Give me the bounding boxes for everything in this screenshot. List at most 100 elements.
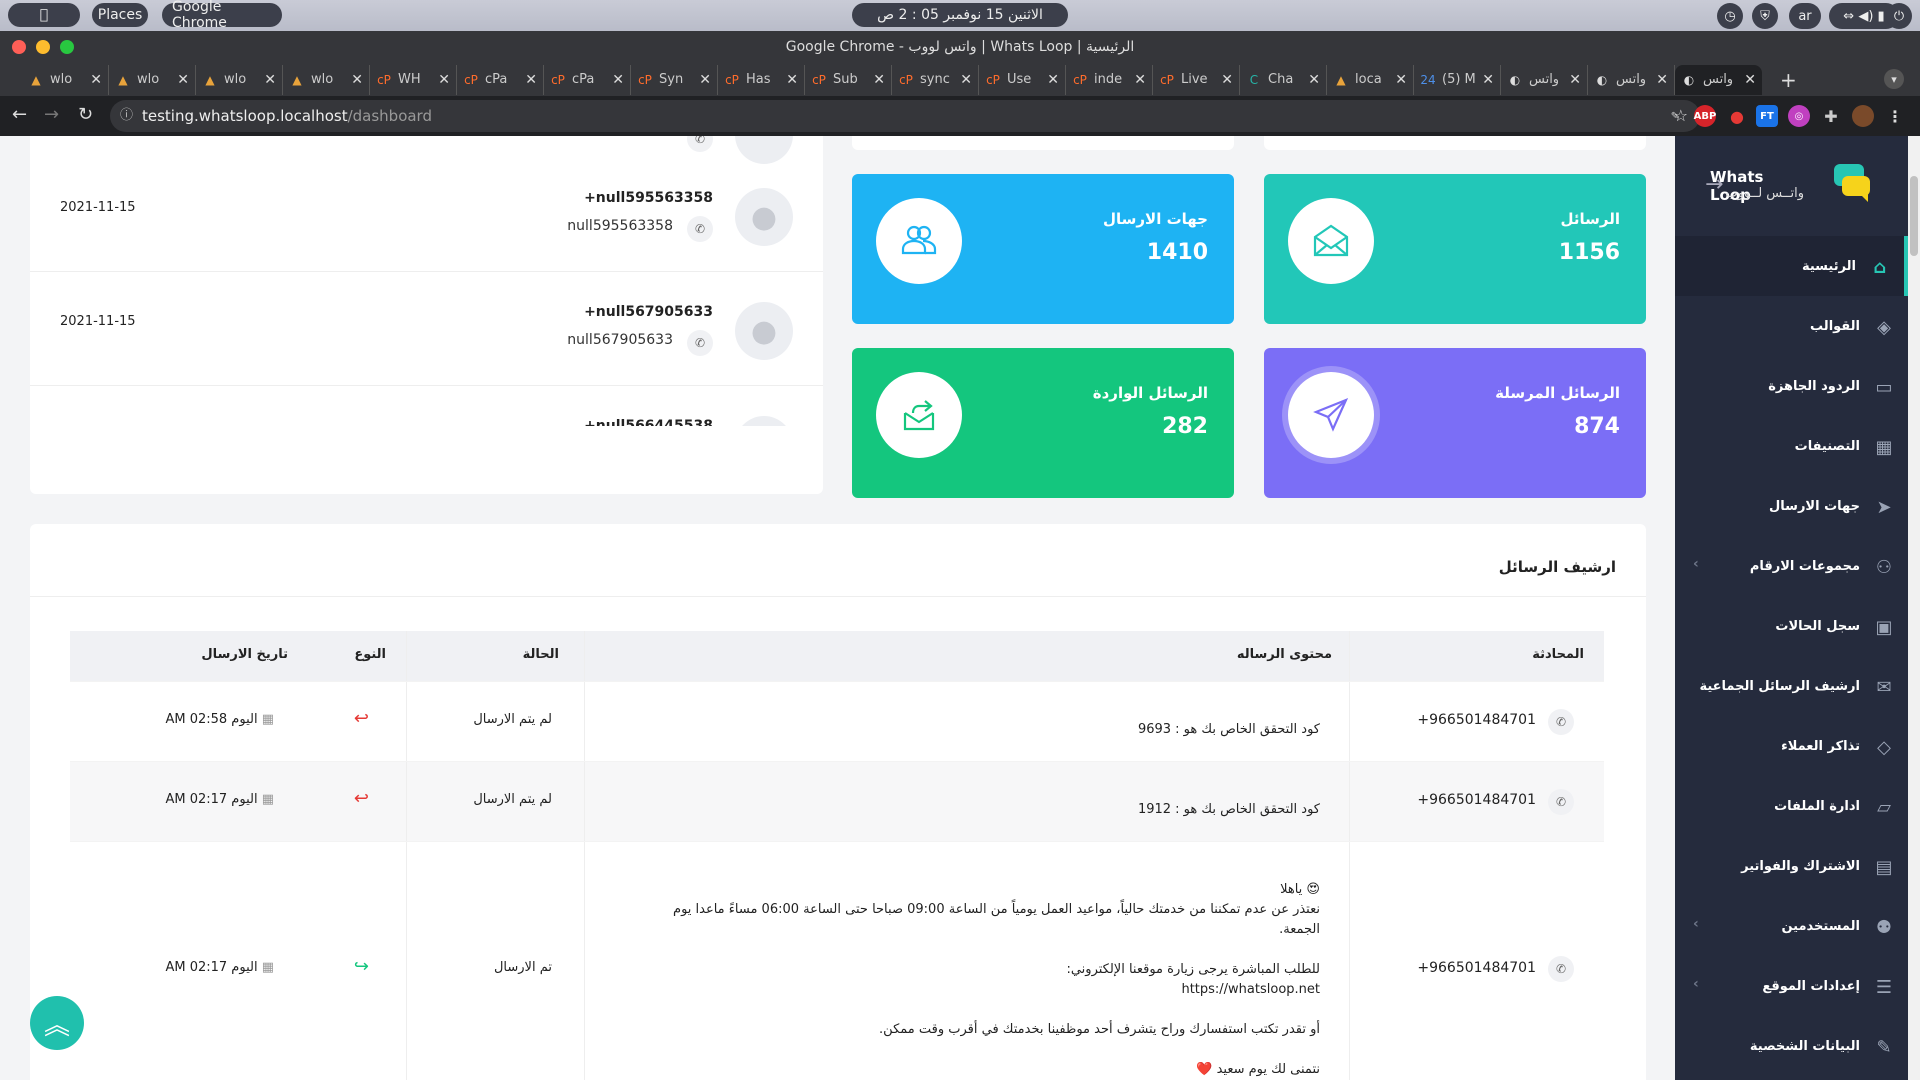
table-row[interactable]: ✆ +966501484701 كود التحقق الخاص بك هو :… xyxy=(70,681,1604,762)
table-row[interactable]: ✆ +966501484701 😍 ياهلا نعتذر عن عدم تمك… xyxy=(70,841,1604,1080)
close-tab-icon[interactable]: ✕ xyxy=(525,72,537,88)
browser-tab[interactable]: ▲ wlo ✕ xyxy=(109,64,196,95)
browser-tab[interactable]: cP sync ✕ xyxy=(892,64,979,95)
browser-tab[interactable]: cP cPa ✕ xyxy=(457,64,544,95)
reload-icon[interactable]: ↻ xyxy=(78,104,93,125)
24-icon: 24 xyxy=(1420,72,1436,87)
browser-tab[interactable]: ▲ wlo ✕ xyxy=(283,64,370,95)
sidebar-item[interactable]: ادارة الملفات ▱ xyxy=(1675,776,1908,836)
close-tab-icon[interactable]: ✕ xyxy=(1308,72,1320,88)
back-icon[interactable]: ← xyxy=(12,104,27,125)
sidebar-item[interactable]: جهات الارسال ➤ xyxy=(1675,476,1908,536)
forward-icon[interactable]: → xyxy=(44,104,59,125)
sidebar-item[interactable]: التصنيفات ▦ xyxy=(1675,416,1908,476)
site-info-icon[interactable]: ⓘ xyxy=(120,100,133,132)
power-icon[interactable]: ⏻ xyxy=(1886,3,1912,29)
extension-ft-icon[interactable]: FT xyxy=(1756,105,1778,127)
apple-menu-button[interactable]:  xyxy=(8,3,80,27)
new-tab-button[interactable]: + xyxy=(1780,68,1797,92)
brand-logo[interactable]: Whats Loop واتــس لــووب xyxy=(1710,160,1880,216)
close-tab-icon[interactable]: ✕ xyxy=(351,72,363,88)
close-tab-icon[interactable]: ✕ xyxy=(90,72,102,88)
close-tab-icon[interactable]: ✕ xyxy=(1134,72,1146,88)
shield-icon[interactable]: ⛨ xyxy=(1752,3,1778,29)
language-indicator[interactable]: ar xyxy=(1789,3,1821,29)
browser-tab[interactable]: ◐ واتس ✕ xyxy=(1501,64,1588,95)
browser-tab[interactable]: ▲ loca ✕ xyxy=(1327,64,1414,95)
places-menu-button[interactable]: Places xyxy=(92,3,148,27)
tab-search-icon[interactable]: ▾ xyxy=(1884,69,1904,89)
adblock-icon[interactable]: ABP xyxy=(1694,105,1716,127)
browser-tab[interactable]: cP cPa ✕ xyxy=(544,64,631,95)
sidebar-item[interactable]: البيانات الشخصية ✎ xyxy=(1675,1016,1908,1076)
browser-tab[interactable]: cP Has ✕ xyxy=(718,64,805,95)
browser-tab[interactable]: cP Live ✕ xyxy=(1153,64,1240,95)
stat-card-sent[interactable]: الرسائل المرسلة 874 xyxy=(1264,348,1646,498)
close-tab-icon[interactable]: ✕ xyxy=(699,72,711,88)
contact-phone: null595563358 xyxy=(567,218,673,234)
sidebar-item[interactable]: الردود الجاهزة ▭ xyxy=(1675,356,1908,416)
close-tab-icon[interactable]: ✕ xyxy=(1482,72,1494,88)
calendar-icon: ▦ xyxy=(257,712,274,727)
browser-tab[interactable]: ◐ واتس ✕ xyxy=(1675,64,1762,95)
contact-row[interactable]: ● +null566445538 xyxy=(30,386,823,426)
browser-tab[interactable]: cP Use ✕ xyxy=(979,64,1066,95)
update-icon[interactable]: ◷ xyxy=(1717,3,1743,29)
stat-card-messages[interactable]: الرسائل 1156 xyxy=(1264,174,1646,324)
close-tab-icon[interactable]: ✕ xyxy=(960,72,972,88)
browser-tab[interactable]: cP WH ✕ xyxy=(370,64,457,95)
browser-tab[interactable]: ▲ wlo ✕ xyxy=(22,64,109,95)
table-row[interactable]: ✆ +966501484701 كود التحقق الخاص بك هو :… xyxy=(70,761,1604,842)
close-tab-icon[interactable]: ✕ xyxy=(1395,72,1407,88)
extension-red-icon[interactable]: ● xyxy=(1726,105,1748,127)
chrome-menu-icon[interactable]: ⋮ xyxy=(1884,105,1906,127)
sidebar-item[interactable]: تذاكر العملاء ◇ xyxy=(1675,716,1908,776)
pen-extension-icon[interactable]: ✎ xyxy=(1664,105,1686,127)
scroll-to-top-button[interactable]: ︽ xyxy=(30,996,84,1050)
browser-tab[interactable]: cP Syn ✕ xyxy=(631,64,718,95)
close-tab-icon[interactable]: ✕ xyxy=(1656,72,1668,88)
sidebar-item[interactable]: إعدادات الموقع ☰ ‹ xyxy=(1675,956,1908,1016)
browser-tab[interactable]: ▲ wlo ✕ xyxy=(196,64,283,95)
maximize-window-button[interactable] xyxy=(60,40,74,54)
close-window-button[interactable] xyxy=(12,40,26,54)
sidebar-item[interactable]: الرئيسية ⌂ xyxy=(1675,236,1908,296)
cpanel-icon: cP xyxy=(812,72,826,87)
browser-tab[interactable]: cP inde ✕ xyxy=(1066,64,1153,95)
stat-value: 1410 xyxy=(1146,240,1208,265)
close-tab-icon[interactable]: ✕ xyxy=(177,72,189,88)
sidebar-item[interactable]: المستخدمين ⚉ ‹ xyxy=(1675,896,1908,956)
extension-colorful-icon[interactable]: ◎ xyxy=(1788,105,1810,127)
sidebar-item[interactable]: القوالب ◈ xyxy=(1675,296,1908,356)
sidebar-item[interactable]: مجموعات الارقام ⚇ ‹ xyxy=(1675,536,1908,596)
profile-avatar[interactable] xyxy=(1852,105,1874,127)
sidebar-item[interactable]: الاشتراك والفواتير ▤ xyxy=(1675,836,1908,896)
close-tab-icon[interactable]: ✕ xyxy=(612,72,624,88)
close-tab-icon[interactable]: ✕ xyxy=(786,72,798,88)
close-tab-icon[interactable]: ✕ xyxy=(264,72,276,88)
sidebar-item[interactable]: ارشيف الرسائل الجماعية ✉ xyxy=(1675,656,1908,716)
stat-card-incoming[interactable]: الرسائل الواردة 282 xyxy=(852,348,1234,498)
stat-card-senders[interactable]: جهات الارسال 1410 xyxy=(852,174,1234,324)
close-tab-icon[interactable]: ✕ xyxy=(1744,72,1756,88)
close-tab-icon[interactable]: ✕ xyxy=(1569,72,1581,88)
address-bar[interactable]: ⓘ testing.whatsloop.localhost/dashboard … xyxy=(110,100,1700,132)
browser-tab[interactable]: 24 (5) M ✕ xyxy=(1414,64,1501,95)
sidebar-scrollbar[interactable] xyxy=(1908,136,1920,1080)
minimize-window-button[interactable] xyxy=(36,40,50,54)
extensions-puzzle-icon[interactable]: ✚ xyxy=(1820,105,1842,127)
clock[interactable]: الاثنين 15 نوفمبر 05 : 2 ص xyxy=(852,3,1068,27)
row-date-text: اليوم 02:58 AM xyxy=(165,712,258,727)
browser-tab[interactable]: C Cha ✕ xyxy=(1240,64,1327,95)
sidebar-item[interactable]: سجل الحالات ▣ xyxy=(1675,596,1908,656)
contact-row[interactable]: ● +null595563358 null595563358 ✆ 2021-11… xyxy=(30,158,823,272)
close-tab-icon[interactable]: ✕ xyxy=(1047,72,1059,88)
browser-tab[interactable]: cP Sub ✕ xyxy=(805,64,892,95)
browser-tab[interactable]: ◐ واتس ✕ xyxy=(1588,64,1675,95)
content-link[interactable]: https://whatsloop.net xyxy=(580,980,1320,1000)
close-tab-icon[interactable]: ✕ xyxy=(873,72,885,88)
close-tab-icon[interactable]: ✕ xyxy=(1221,72,1233,88)
contact-row[interactable]: ● +null567905633 null567905633 ✆ 2021-11… xyxy=(30,272,823,386)
app-menu-button[interactable]: Google Chrome xyxy=(162,0,282,31)
close-tab-icon[interactable]: ✕ xyxy=(438,72,450,88)
